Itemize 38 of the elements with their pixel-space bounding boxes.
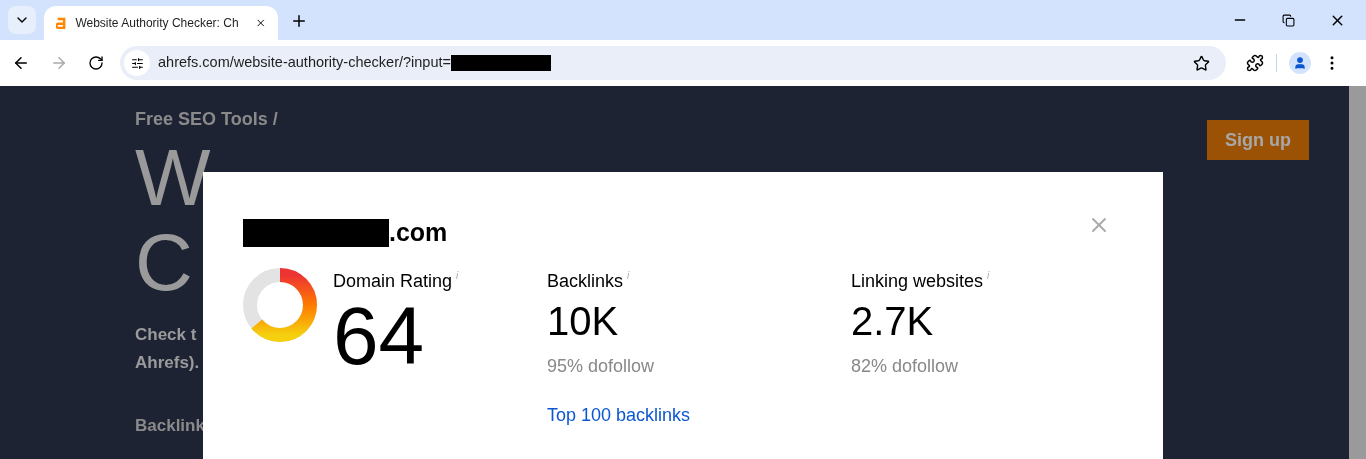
metric-value: 10K bbox=[547, 297, 620, 345]
sign-up-button[interactable]: Sign up bbox=[1207, 120, 1309, 160]
site-settings-button[interactable] bbox=[124, 50, 150, 76]
top-backlinks-link[interactable]: Top 100 backlinks bbox=[547, 401, 851, 429]
site-favicon-icon bbox=[56, 15, 68, 31]
new-tab-icon[interactable] bbox=[290, 12, 308, 30]
intro-text: Check t bbox=[135, 324, 197, 346]
tab-list-button[interactable] bbox=[8, 6, 36, 34]
metric-value: 2.7K bbox=[851, 297, 935, 345]
bookmark-star-icon[interactable] bbox=[1193, 54, 1210, 72]
metric-label: Domain Rating bbox=[333, 269, 453, 293]
page-heading: W bbox=[135, 133, 211, 223]
back-icon[interactable] bbox=[12, 54, 30, 72]
scrollbar[interactable] bbox=[1349, 86, 1366, 459]
info-icon[interactable]: i bbox=[456, 267, 459, 283]
profile-avatar[interactable] bbox=[1289, 52, 1311, 74]
person-icon bbox=[1293, 56, 1307, 70]
url-text: ahrefs.com/website-authority-checker/?input= bbox=[158, 53, 451, 73]
dofollow-share: 95% dofollow bbox=[547, 354, 656, 378]
info-icon[interactable]: i bbox=[987, 267, 990, 283]
extensions-icon[interactable] bbox=[1246, 54, 1264, 72]
dofollow-share: 82% dofollow bbox=[851, 354, 960, 378]
intro-text: Ahrefs). bbox=[135, 352, 200, 374]
domain-name: .com bbox=[389, 217, 448, 248]
page-heading: C bbox=[135, 223, 193, 303]
address-bar[interactable]: ahrefs.com/website-authority-checker/?input= bbox=[120, 46, 1226, 80]
section-label: Backlink bbox=[135, 415, 205, 437]
reload-icon[interactable] bbox=[88, 55, 104, 71]
metric-label: Linking websites bbox=[851, 269, 984, 293]
restore-icon[interactable] bbox=[1282, 14, 1295, 27]
close-tab-icon[interactable] bbox=[254, 16, 266, 30]
browser-tab[interactable]: Website Authority Checker: Ch bbox=[44, 6, 278, 40]
tab-title: Website Authority Checker: Ch bbox=[75, 15, 239, 32]
info-icon[interactable]: i bbox=[627, 267, 630, 283]
sliders-icon bbox=[130, 56, 144, 70]
metric-label: Backlinks bbox=[547, 269, 624, 293]
domain-rating-value: 64 bbox=[333, 294, 425, 377]
breadcrumb[interactable]: Free SEO Tools / bbox=[135, 106, 1207, 133]
